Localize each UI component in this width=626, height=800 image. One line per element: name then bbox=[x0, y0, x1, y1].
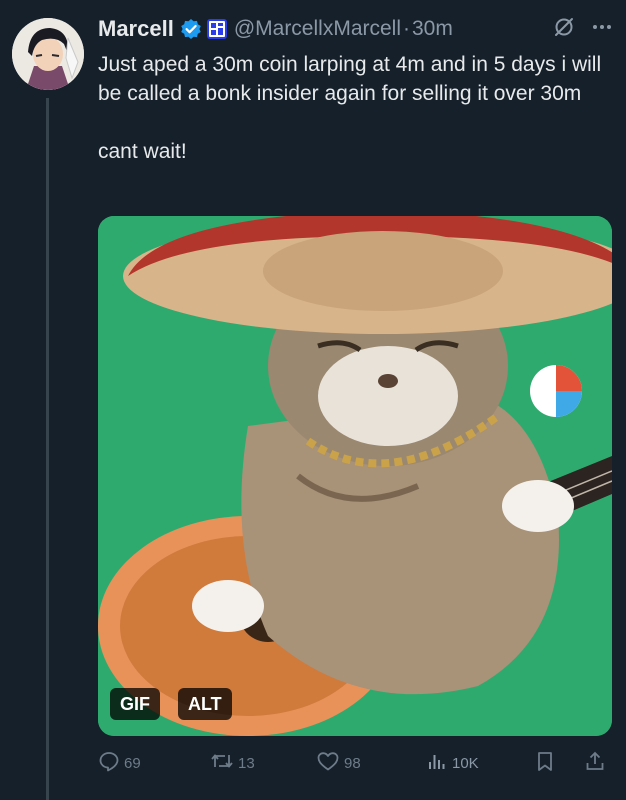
tweet-content: Marcell @MarcellxMarcell · 30m Just aped… bbox=[98, 12, 613, 166]
time-separator: · bbox=[403, 17, 410, 40]
affiliate-badge-icon[interactable] bbox=[206, 18, 228, 40]
repost-button[interactable]: 13 bbox=[210, 750, 255, 776]
views-button[interactable]: 10K bbox=[426, 750, 479, 776]
bookmark-button[interactable] bbox=[534, 750, 556, 776]
like-button[interactable]: 98 bbox=[316, 750, 361, 776]
tweet-time[interactable]: 30m bbox=[412, 17, 453, 41]
author-handle[interactable]: @MarcellxMarcell bbox=[234, 17, 401, 41]
like-icon bbox=[316, 750, 340, 776]
tweet-gif[interactable]: GIF ALT bbox=[98, 216, 612, 736]
like-count: 98 bbox=[344, 754, 361, 772]
views-count: 10K bbox=[452, 754, 479, 772]
views-icon bbox=[426, 750, 448, 776]
more-icon[interactable] bbox=[591, 16, 613, 43]
alt-badge[interactable]: ALT bbox=[178, 688, 232, 720]
reply-count: 69 bbox=[124, 754, 141, 772]
tweet-paragraph: cant wait! bbox=[98, 140, 187, 163]
tweet-text: Just aped a 30m coin larping at 4m and i… bbox=[98, 50, 613, 166]
repost-count: 13 bbox=[238, 754, 255, 772]
share-icon bbox=[584, 750, 606, 776]
tweet-paragraph: Just aped a 30m coin larping at 4m and i… bbox=[98, 53, 602, 105]
author-name[interactable]: Marcell bbox=[98, 16, 174, 42]
thread-line bbox=[46, 98, 49, 800]
grok-icon[interactable] bbox=[553, 16, 575, 43]
reply-button[interactable]: 69 bbox=[98, 750, 141, 776]
bookmark-icon bbox=[534, 750, 556, 776]
verified-badge-icon bbox=[180, 18, 202, 40]
avatar[interactable] bbox=[12, 18, 84, 90]
share-button[interactable] bbox=[584, 750, 606, 776]
gif-badge[interactable]: GIF bbox=[110, 688, 160, 720]
reply-icon bbox=[98, 750, 120, 776]
tweet-header: Marcell @MarcellxMarcell · 30m bbox=[98, 12, 613, 46]
tweet-actions: 69 13 98 10K bbox=[98, 748, 613, 778]
repost-icon bbox=[210, 750, 234, 776]
